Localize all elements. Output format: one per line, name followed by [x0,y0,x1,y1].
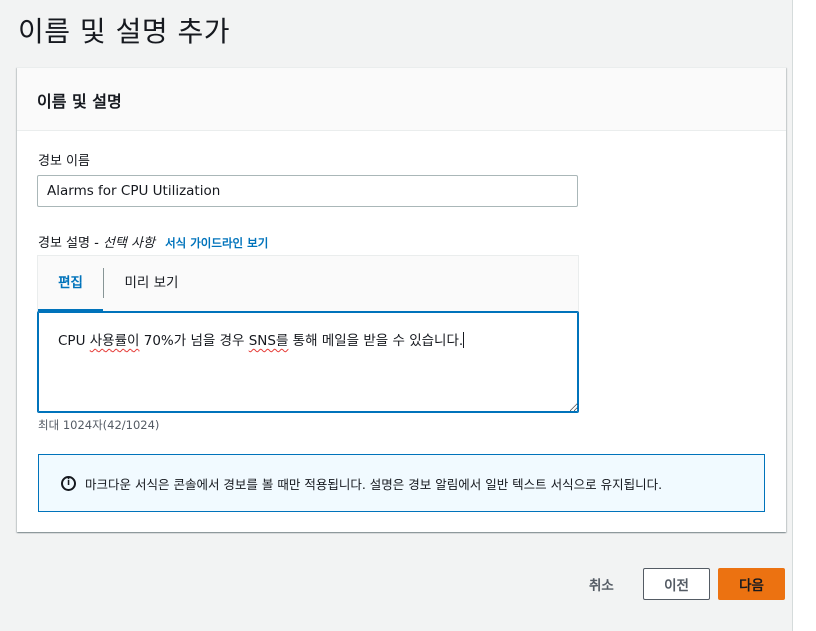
formatting-guidelines-link[interactable]: 서식 가이드라인 보기 [165,236,268,250]
editor-tabs: 편집 미리 보기 [38,256,578,312]
desc-text-suffix: 통해 메일을 받을 수 있습니다. [288,333,464,349]
desc-text-misspelled-2: SNS를 [248,333,289,349]
text-cursor [463,332,465,348]
optional-label: - 선택 사항 [94,236,155,251]
description-label-text: 경보 설명 [38,236,90,251]
desc-text-misspelled-1: 사용률이 [89,333,140,349]
info-icon: i [61,475,76,491]
info-alert: i 마크다운 서식은 콘솔에서 경보를 볼 때만 적용됩니다. 설명은 경보 알… [38,454,765,512]
alarm-name-label: 경보 이름 [38,154,90,169]
tab-preview[interactable]: 미리 보기 [104,256,199,312]
character-count-constraint: 최대 1024자(42/1024) [38,418,160,432]
name-description-panel: 이름 및 설명 경보 이름 경보 설명 - 선택 사항 서식 가이드라인 보기 … [17,67,786,532]
cancel-button[interactable]: 취소 [589,574,614,594]
desc-text-prefix: CPU [58,333,90,349]
panel-header: 이름 및 설명 [17,68,786,131]
info-alert-text: 마크다운 서식은 콘솔에서 경보를 볼 때만 적용됩니다. 설명은 경보 알림에… [85,476,663,492]
previous-button[interactable]: 이전 [643,568,710,600]
page-title: 이름 및 설명 추가 [18,15,231,48]
page-right-gutter [792,0,816,631]
alarm-name-input[interactable] [37,175,578,207]
tab-edit[interactable]: 편집 [38,256,103,312]
desc-text-mid: 70%가 넘을 경우 [139,333,249,349]
alarm-description-textarea[interactable]: CPU 사용률이 70%가 넘을 경우 SNS를 통해 메일을 받을 수 있습니… [37,311,579,413]
next-button[interactable]: 다음 [718,568,785,600]
alarm-description-label: 경보 설명 - 선택 사항 서식 가이드라인 보기 [38,232,268,251]
panel-title: 이름 및 설명 [37,92,122,111]
